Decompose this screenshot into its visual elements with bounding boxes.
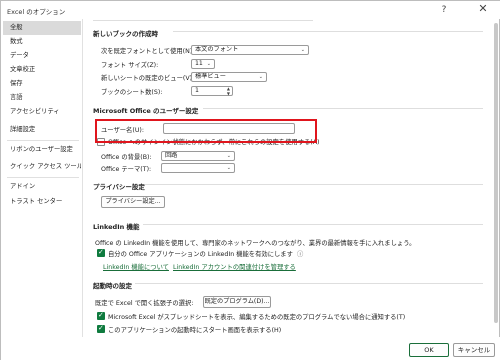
sidebar-item-save[interactable]: 保存 bbox=[3, 77, 81, 91]
options-content: 新しいブックの作成時 次を既定フォントとして使用(N): 本文のフォント ⌄ フ… bbox=[83, 19, 491, 337]
info-icon[interactable]: ⓘ bbox=[297, 249, 303, 258]
default-view-dropdown[interactable]: 標準ビュー ⌄ bbox=[191, 72, 267, 82]
show-start-screen-checkbox[interactable] bbox=[97, 324, 105, 333]
notify-default-program-checkbox[interactable] bbox=[97, 311, 105, 320]
chevron-down-icon: ⌄ bbox=[258, 74, 263, 80]
spin-arrows-icon[interactable]: ▲ ▼ bbox=[227, 86, 230, 96]
sidebar-item-accessibility[interactable]: アクセシビリティ bbox=[3, 105, 81, 119]
chevron-down-icon: ⌄ bbox=[206, 61, 211, 67]
default-view-value: 標準ビュー bbox=[195, 73, 226, 80]
linkedin-description: Office の LinkedIn 機能を使用して、専門家のネットワークへのつな… bbox=[95, 240, 416, 247]
help-icon[interactable]: ? bbox=[437, 3, 451, 17]
sidebar-divider bbox=[7, 140, 79, 141]
sidebar-item-data[interactable]: データ bbox=[3, 49, 81, 63]
section-divider bbox=[145, 184, 483, 185]
notify-default-program-label: Microsoft Excel がスプレッドシートを表示、編集するための既定のプ… bbox=[108, 314, 406, 321]
dialog-footer: OK キャンセル bbox=[1, 337, 500, 361]
section-heading-privacy: プライバシー設定 bbox=[93, 183, 145, 191]
font-size-dropdown[interactable]: 11 ⌄ bbox=[191, 59, 215, 69]
sidebar-item-trust-center[interactable]: トラスト センター bbox=[3, 195, 81, 209]
sheet-count-label: ブックのシート数(S): bbox=[101, 89, 163, 96]
privacy-settings-button[interactable]: プライバシー設定... bbox=[101, 196, 165, 208]
default-font-value: 本文のフォント bbox=[195, 46, 239, 53]
sidebar-item-quick-access-toolbar[interactable]: クイック アクセス ツール バー bbox=[3, 160, 81, 174]
section-heading-new-workbook: 新しいブックの作成時 bbox=[93, 30, 158, 38]
section-divider bbox=[135, 283, 483, 284]
chevron-down-icon: ⌄ bbox=[300, 47, 305, 53]
default-font-dropdown[interactable]: 本文のフォント ⌄ bbox=[191, 45, 309, 55]
manage-linkedin-account-link[interactable]: LinkedIn アカウントの関連付けを管理する bbox=[173, 262, 296, 271]
scrollbar-thumb[interactable] bbox=[494, 23, 498, 323]
section-heading-startup: 起動時の設定 bbox=[93, 282, 132, 290]
default-extensions-label: 既定で Excel で開く拡張子の選択: bbox=[95, 300, 194, 307]
sidebar-item-general[interactable]: 全般 bbox=[3, 21, 81, 35]
section-divider bbox=[173, 31, 483, 32]
close-icon[interactable]: ✕ bbox=[469, 1, 497, 17]
office-background-label: Office の背景(B): bbox=[101, 154, 152, 161]
default-font-label: 次を既定フォントとして使用(N): bbox=[101, 48, 195, 55]
sheet-count-value: 1 bbox=[195, 87, 199, 94]
sidebar-item-language[interactable]: 言語 bbox=[3, 91, 81, 105]
sidebar-divider bbox=[7, 177, 79, 178]
office-background-value: 回路 bbox=[165, 152, 178, 159]
section-heading-linkedin: LinkedIn 機能 bbox=[93, 223, 140, 231]
font-size-value: 11 bbox=[195, 60, 203, 67]
default-view-label: 新しいシートの既定のビュー(V): bbox=[101, 75, 195, 82]
default-programs-button[interactable]: 既定のプログラム(D)... bbox=[203, 296, 271, 308]
cancel-button[interactable]: キャンセル bbox=[453, 343, 495, 357]
font-size-label: フォント サイズ(Z): bbox=[101, 62, 159, 69]
sidebar-item-proofing[interactable]: 文章校正 bbox=[3, 63, 81, 77]
enable-linkedin-checkbox[interactable] bbox=[97, 248, 105, 257]
enable-linkedin-label: 自分の Office アプリケーションの LinkedIn 機能を有効にします bbox=[108, 251, 293, 258]
section-divider bbox=[203, 108, 483, 109]
linkedin-features-link[interactable]: LinkedIn 機能について bbox=[103, 262, 169, 271]
chevron-down-icon: ⌄ bbox=[226, 153, 231, 159]
section-divider bbox=[143, 224, 483, 225]
title-bar: Excel のオプション ? ✕ bbox=[1, 1, 500, 19]
show-start-screen-label: このアプリケーションの起動時にスタート画面を表示する(H) bbox=[108, 327, 282, 334]
sidebar: 全般 数式 データ 文章校正 保存 言語 アクセシビリティ 詳細設定 リボンのユ… bbox=[1, 19, 83, 337]
office-background-dropdown[interactable]: 回路 ⌄ bbox=[161, 151, 235, 161]
sidebar-item-customize-ribbon[interactable]: リボンのユーザー設定 bbox=[3, 143, 81, 157]
ok-button[interactable]: OK bbox=[409, 343, 449, 357]
office-theme-dropdown[interactable]: ⌄ bbox=[161, 163, 235, 173]
sidebar-item-addins[interactable]: アドイン bbox=[3, 180, 81, 194]
highlight-box bbox=[95, 119, 317, 143]
options-dialog: Excel のオプション ? ✕ 全般 数式 データ 文章校正 保存 言語 アク… bbox=[0, 0, 500, 361]
window-title: Excel のオプション bbox=[7, 8, 66, 16]
section-heading-office-user: Microsoft Office のユーザー設定 bbox=[93, 107, 199, 115]
scrollbar[interactable] bbox=[493, 19, 499, 337]
sidebar-item-formulas[interactable]: 数式 bbox=[3, 35, 81, 49]
chevron-down-icon: ⌄ bbox=[226, 165, 231, 171]
sheet-count-stepper[interactable]: 1 ▲ ▼ bbox=[191, 86, 233, 96]
office-theme-label: Office テーマ(T): bbox=[101, 166, 152, 173]
section-divider bbox=[93, 20, 313, 21]
sidebar-item-advanced[interactable]: 詳細設定 bbox=[3, 123, 81, 137]
